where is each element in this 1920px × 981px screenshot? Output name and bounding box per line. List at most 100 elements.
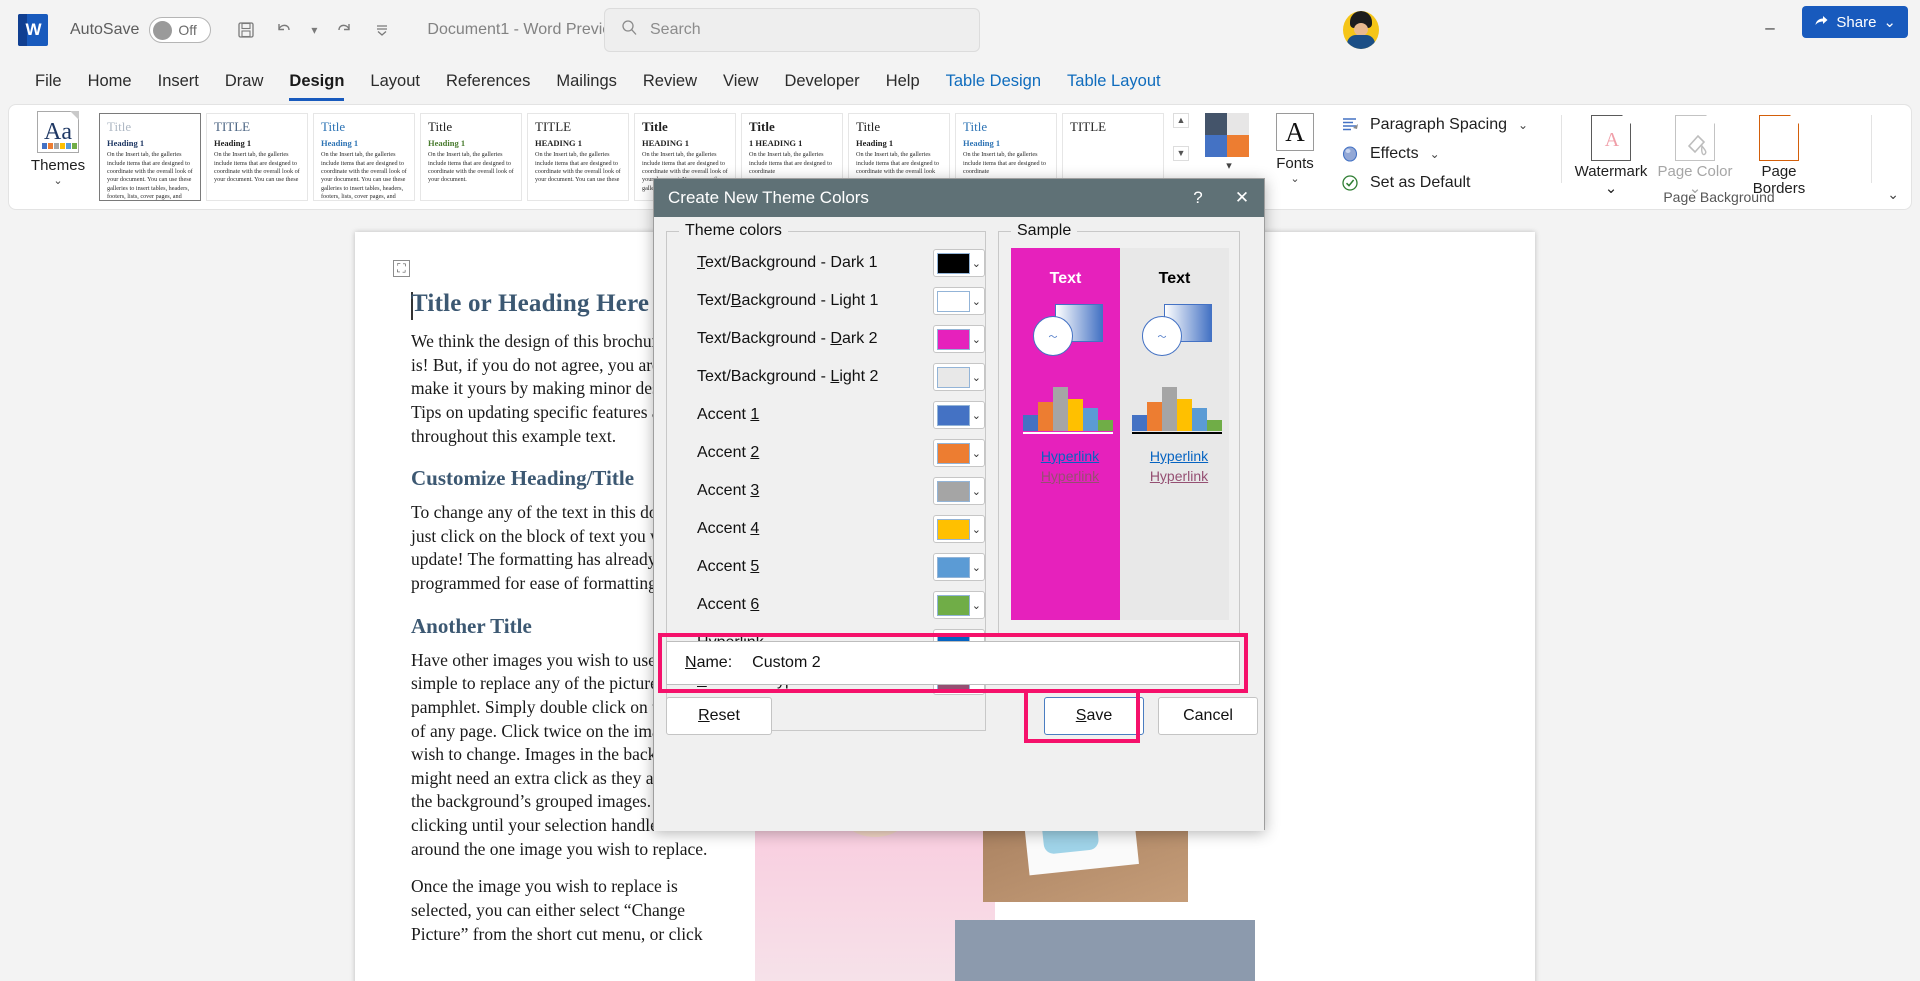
tab-design[interactable]: Design bbox=[276, 68, 357, 101]
color-picker-accent-1[interactable]: ⌄ bbox=[933, 401, 985, 429]
share-button[interactable]: Share ⌄ bbox=[1802, 6, 1908, 38]
color-picker-text-background-dark-2[interactable]: ⌄ bbox=[933, 325, 985, 353]
theme-color-label-accent-3: Accent 3 bbox=[697, 482, 760, 499]
name-row[interactable]: Name: bbox=[666, 641, 1240, 685]
color-picker-accent-3[interactable]: ⌄ bbox=[933, 477, 985, 505]
document-p-6[interactable]: Once the image you wish to replace is se… bbox=[411, 875, 741, 946]
name-input[interactable] bbox=[746, 648, 1239, 678]
save-button[interactable]: Save bbox=[1044, 697, 1144, 735]
gallery-item-1[interactable]: TITLE Heading 1 On the Insert tab, the gal… bbox=[206, 113, 308, 201]
color-picker-text-background-light-1[interactable]: ⌄ bbox=[933, 287, 985, 315]
color-picker-accent-4[interactable]: ⌄ bbox=[933, 515, 985, 543]
create-new-theme-colors-dialog[interactable]: Create New Theme Colors ? ✕ Theme colors… bbox=[653, 178, 1265, 831]
theme-color-row-text-background-dark-1: Text/Background - Dark 1 ⌄ bbox=[667, 244, 985, 282]
page-borders-button[interactable]: Page Borders bbox=[1737, 114, 1821, 198]
redo-icon[interactable] bbox=[327, 13, 361, 47]
watermark-button[interactable]: A Watermark ⌄ bbox=[1569, 114, 1653, 198]
customize-qat-icon[interactable] bbox=[365, 13, 399, 47]
minimize-button[interactable]: – bbox=[1740, 0, 1800, 56]
tab-review[interactable]: Review bbox=[630, 68, 710, 95]
sample-hyperlink[interactable]: Hyperlink bbox=[1023, 448, 1117, 464]
share-label: Share bbox=[1836, 13, 1877, 31]
autosave-toggle[interactable]: Off bbox=[149, 17, 212, 43]
theme-color-label-accent-1: Accent 1 bbox=[697, 406, 760, 423]
color-fill bbox=[938, 595, 969, 615]
undo-dropdown-icon[interactable]: ▾ bbox=[305, 13, 323, 47]
theme-color-label-accent-2: Accent 2 bbox=[697, 444, 760, 461]
chevron-down-icon[interactable]: ⌄ bbox=[972, 409, 981, 422]
chevron-down-icon[interactable]: ⌄ bbox=[972, 561, 981, 574]
chevron-down-icon[interactable]: ⌄ bbox=[972, 257, 981, 270]
color-swatch-accent-1 bbox=[937, 404, 970, 426]
gallery-scroll-down-icon[interactable]: ▼ bbox=[1173, 145, 1189, 161]
chevron-down-icon[interactable]: ⌄ bbox=[972, 447, 981, 460]
tab-layout[interactable]: Layout bbox=[357, 68, 433, 95]
color-swatch-accent-4 bbox=[937, 518, 970, 540]
color-fill bbox=[938, 253, 969, 273]
theme-fonts-button[interactable]: A Fonts ⌄ bbox=[1267, 113, 1323, 185]
page-color-button[interactable]: Page Color ⌄ bbox=[1653, 114, 1737, 198]
color-fill bbox=[938, 367, 969, 387]
tab-view[interactable]: View bbox=[710, 68, 771, 95]
sample-shape-dark: 〜 bbox=[1033, 304, 1103, 356]
tab-table-layout[interactable]: Table Layout bbox=[1054, 68, 1174, 95]
gallery-item-3[interactable]: Title Heading 1 On the Insert tab, the gal… bbox=[420, 113, 522, 201]
tab-mailings[interactable]: Mailings bbox=[543, 68, 630, 95]
sample-followed-hyperlink[interactable]: Hyperlink bbox=[1132, 468, 1226, 484]
avatar[interactable] bbox=[1343, 11, 1379, 49]
chevron-down-icon[interactable]: ⌄ bbox=[972, 295, 981, 308]
theme-color-row-accent-6: Accent 6 ⌄ bbox=[667, 586, 985, 624]
search-input[interactable]: Search bbox=[650, 21, 701, 39]
undo-icon[interactable] bbox=[267, 13, 301, 47]
tab-help[interactable]: Help bbox=[873, 68, 933, 95]
gallery-item-0[interactable]: Title Heading 1 On the Insert tab, the gal… bbox=[99, 113, 201, 201]
sample-chart-axis bbox=[1023, 432, 1113, 434]
sample-chart-bars bbox=[1023, 376, 1113, 431]
tab-insert[interactable]: Insert bbox=[145, 68, 212, 95]
gallery-item-body: On the Insert tab, the galleries include… bbox=[856, 151, 939, 176]
color-picker-text-background-dark-1[interactable]: ⌄ bbox=[933, 249, 985, 277]
search-box[interactable]: Search bbox=[604, 8, 980, 52]
dialog-close-button[interactable]: ✕ bbox=[1220, 179, 1264, 217]
chevron-down-icon[interactable]: ⌄ bbox=[972, 333, 981, 346]
cancel-button[interactable]: Cancel bbox=[1158, 697, 1258, 735]
color-picker-accent-6[interactable]: ⌄ bbox=[933, 591, 985, 619]
tab-draw[interactable]: Draw bbox=[212, 68, 277, 95]
color-picker-accent-2[interactable]: ⌄ bbox=[933, 439, 985, 467]
gallery-item-4[interactable]: TITLE HEADING 1 On the Insert tab, the gal… bbox=[527, 113, 629, 201]
reset-button[interactable]: Reset bbox=[666, 697, 772, 735]
ribbon-tabs: File Home Insert Draw Design Layout References… bbox=[0, 60, 1920, 102]
name-label: Name: bbox=[685, 654, 733, 671]
chevron-down-icon[interactable]: ⌄ bbox=[972, 371, 981, 384]
set-as-default-button[interactable]: Set as Default bbox=[1339, 173, 1528, 193]
ribbon-expand-icon[interactable]: ⌄ bbox=[1887, 186, 1899, 203]
gallery-scroll-up-icon[interactable]: ▲ bbox=[1173, 113, 1189, 128]
sample-followed-hyperlink[interactable]: Hyperlink bbox=[1023, 468, 1117, 484]
color-picker-text-background-light-2[interactable]: ⌄ bbox=[933, 363, 985, 391]
tab-table-design[interactable]: Table Design bbox=[933, 68, 1054, 95]
effects-icon bbox=[1339, 144, 1361, 164]
gallery-item-title: Title bbox=[428, 119, 453, 134]
theme-color-label-text-background-dark-1: Text/Background - Dark 1 bbox=[697, 254, 878, 271]
dialog-help-button[interactable]: ? bbox=[1176, 179, 1220, 217]
gallery-item-2[interactable]: Title Heading 1 On the Insert tab, the gal… bbox=[313, 113, 415, 201]
tab-file[interactable]: File bbox=[22, 68, 75, 95]
object-anchor-icon[interactable]: ⛶ bbox=[393, 260, 410, 277]
save-icon[interactable] bbox=[229, 13, 263, 47]
paragraph-spacing-button[interactable]: Paragraph Spacing ⌄ bbox=[1339, 115, 1528, 135]
tab-references[interactable]: References bbox=[433, 68, 543, 95]
chevron-down-icon[interactable]: ⌄ bbox=[972, 523, 981, 536]
theme-color-label-text-background-light-1: Text/Background - Light 1 bbox=[697, 292, 879, 309]
tab-home[interactable]: Home bbox=[75, 68, 145, 95]
effects-button[interactable]: Effects ⌄ bbox=[1339, 144, 1528, 164]
color-swatch-accent-5 bbox=[937, 556, 970, 578]
sample-hyperlink[interactable]: Hyperlink bbox=[1132, 448, 1226, 464]
color-picker-accent-5[interactable]: ⌄ bbox=[933, 553, 985, 581]
theme-color-row-accent-1: Accent 1 ⌄ bbox=[667, 396, 985, 434]
chevron-down-icon[interactable]: ⌄ bbox=[972, 599, 981, 612]
tab-developer[interactable]: Developer bbox=[771, 68, 872, 95]
themes-button[interactable]: Aa Themes ⌄ bbox=[25, 111, 91, 187]
theme-colors-button[interactable]: ▾ bbox=[1205, 113, 1253, 172]
chevron-down-icon[interactable]: ⌄ bbox=[972, 485, 981, 498]
gallery-item-body: On the Insert tab, the galleries include… bbox=[749, 151, 832, 176]
